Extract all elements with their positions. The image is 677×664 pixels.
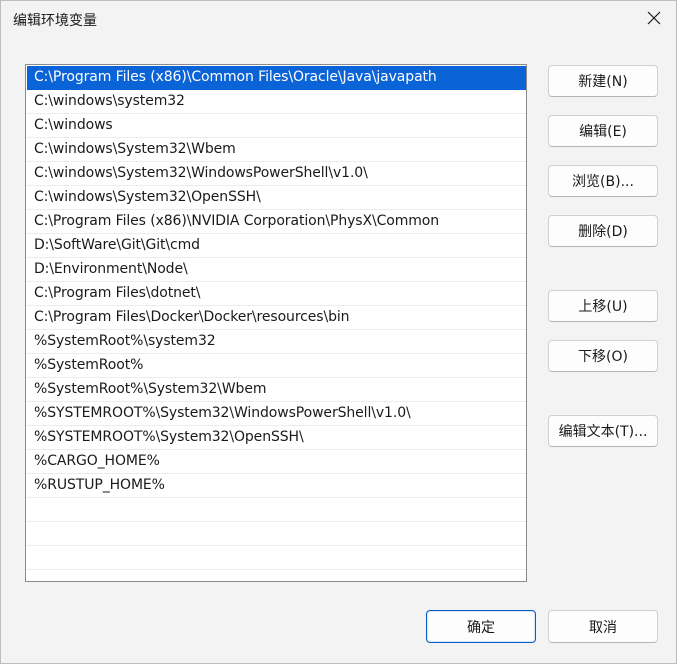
cancel-button[interactable]: 取消 <box>548 610 658 643</box>
list-item[interactable]: C:\Program Files (x86)\NVIDIA Corporatio… <box>27 210 526 234</box>
list-item[interactable]: %SystemRoot%\system32 <box>27 330 526 354</box>
list-item-label: %SYSTEMROOT%\System32\OpenSSH\ <box>34 429 304 445</box>
list-item-label: D:\Environment\Node\ <box>34 261 188 277</box>
list-item-label: C:\windows\System32\WindowsPowerShell\v1… <box>34 165 368 181</box>
list-item[interactable]: C:\windows\System32\WindowsPowerShell\v1… <box>27 162 526 186</box>
list-item-label: C:\Program Files (x86)\NVIDIA Corporatio… <box>34 213 440 229</box>
close-button[interactable] <box>632 1 676 39</box>
move-down-button[interactable]: 下移(O) <box>548 340 658 372</box>
path-list[interactable]: C:\Program Files (x86)\Common Files\Orac… <box>25 64 527 582</box>
list-item-label: D:\SoftWare\Git\Git\cmd <box>34 237 200 253</box>
list-item[interactable]: C:\Program Files (x86)\Common Files\Orac… <box>27 66 526 90</box>
list-item[interactable]: C:\windows <box>27 114 526 138</box>
list-item[interactable]: %RUSTUP_HOME% <box>27 474 526 498</box>
title-bar: 编辑环境变量 <box>1 1 676 39</box>
edit-button[interactable]: 编辑(E) <box>548 115 658 147</box>
empty-list-row[interactable] <box>27 498 526 522</box>
list-item-label: %SystemRoot% <box>34 357 144 373</box>
edit-text-button[interactable]: 编辑文本(T)... <box>548 415 658 447</box>
browse-button[interactable]: 浏览(B)... <box>548 165 658 197</box>
list-item[interactable]: C:\windows\system32 <box>27 90 526 114</box>
empty-list-row[interactable] <box>27 546 526 570</box>
empty-list-row[interactable] <box>27 522 526 546</box>
list-item[interactable]: %SystemRoot%\System32\Wbem <box>27 378 526 402</box>
list-item-label: %SystemRoot%\system32 <box>34 333 216 349</box>
edit-env-var-dialog: 编辑环境变量 C:\Program Files (x86)\Common Fil… <box>0 0 677 664</box>
list-item-label: C:\windows\system32 <box>34 93 185 109</box>
list-item[interactable]: C:\Program Files\dotnet\ <box>27 282 526 306</box>
list-item-label: %CARGO_HOME% <box>34 453 160 469</box>
ok-button[interactable]: 确定 <box>426 610 536 643</box>
list-item[interactable]: %CARGO_HOME% <box>27 450 526 474</box>
list-item-label: %SystemRoot%\System32\Wbem <box>34 381 267 397</box>
new-button[interactable]: 新建(N) <box>548 65 658 97</box>
list-item-label: C:\Program Files (x86)\Common Files\Orac… <box>34 69 437 85</box>
close-icon <box>647 11 661 29</box>
list-item-label: C:\Program Files\Docker\Docker\resources… <box>34 309 350 325</box>
list-item[interactable]: D:\SoftWare\Git\Git\cmd <box>27 234 526 258</box>
list-item[interactable]: %SYSTEMROOT%\System32\WindowsPowerShell\… <box>27 402 526 426</box>
list-item[interactable]: C:\windows\System32\OpenSSH\ <box>27 186 526 210</box>
list-item[interactable]: %SystemRoot% <box>27 354 526 378</box>
list-item-label: C:\windows\System32\OpenSSH\ <box>34 189 261 205</box>
list-item-label: %SYSTEMROOT%\System32\WindowsPowerShell\… <box>34 405 411 421</box>
list-item-label: %RUSTUP_HOME% <box>34 477 165 493</box>
window-title: 编辑环境变量 <box>13 13 97 29</box>
list-item[interactable]: C:\Program Files\Docker\Docker\resources… <box>27 306 526 330</box>
delete-button[interactable]: 删除(D) <box>548 215 658 247</box>
list-item[interactable]: D:\Environment\Node\ <box>27 258 526 282</box>
list-item[interactable]: %SYSTEMROOT%\System32\OpenSSH\ <box>27 426 526 450</box>
list-item-label: C:\Program Files\dotnet\ <box>34 285 201 301</box>
list-item-label: C:\windows <box>34 117 113 133</box>
move-up-button[interactable]: 上移(U) <box>548 290 658 322</box>
list-item-label: C:\windows\System32\Wbem <box>34 141 236 157</box>
list-item[interactable]: C:\windows\System32\Wbem <box>27 138 526 162</box>
